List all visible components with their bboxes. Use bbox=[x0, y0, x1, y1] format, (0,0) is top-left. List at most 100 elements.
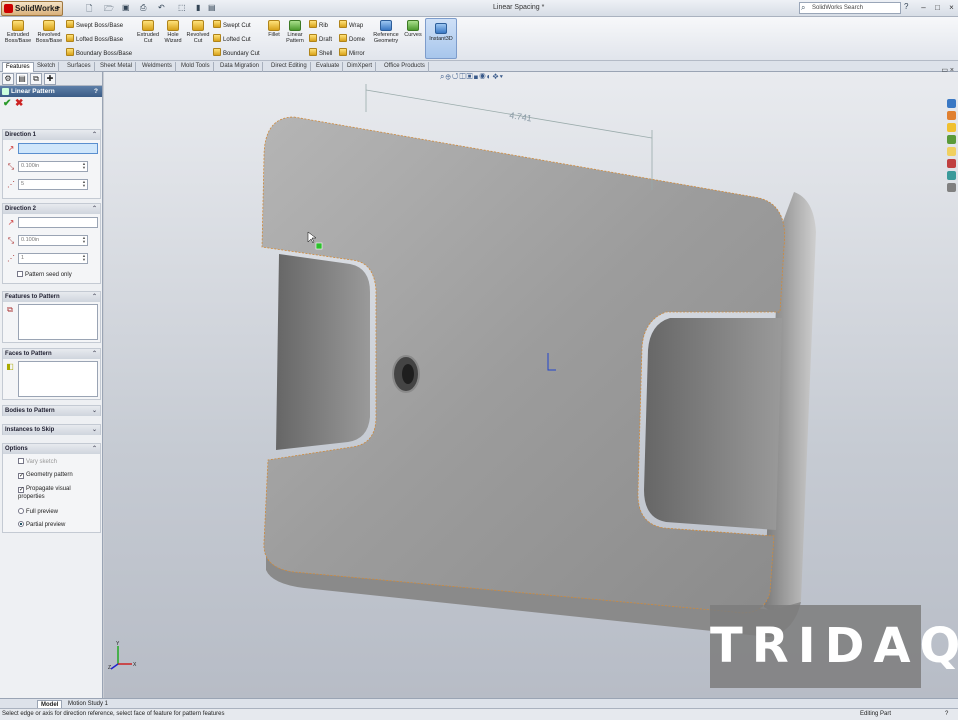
direction1-group: Direction 1 ⌃ ↗ ⤡ 0.100in ▲ ▼ ⋰ 5 ▲ ▼ bbox=[2, 129, 101, 199]
hole-wizard-button[interactable]: Hole Wizard bbox=[161, 20, 185, 44]
search-field[interactable]: ⌕ SolidWorks Search bbox=[799, 2, 901, 14]
pattern-handle-icon[interactable] bbox=[315, 242, 323, 250]
tab-dimxpert[interactable]: DimXpert bbox=[344, 62, 377, 72]
propagate-visual-label: Propagate visual properties bbox=[18, 486, 71, 500]
new-document-icon[interactable]: 🗋 bbox=[86, 3, 92, 17]
direction2-reference-field[interactable] bbox=[18, 217, 98, 228]
extruded-boss-button[interactable]: Extruded Boss/Base bbox=[3, 20, 33, 44]
direction2-spacing-field[interactable]: 0.100in ▲ ▼ bbox=[18, 235, 88, 246]
extruded-cut-button[interactable]: Extruded Cut bbox=[134, 20, 162, 44]
revolved-cut-button[interactable]: Revolved Cut bbox=[184, 20, 212, 44]
pattern-seed-only-checkbox[interactable]: Pattern seed only bbox=[17, 271, 72, 279]
boundary-cut-icon bbox=[213, 48, 221, 56]
file-explorer-icon[interactable] bbox=[947, 123, 956, 132]
faces-to-pattern-header[interactable]: Faces to Pattern ⌃ bbox=[3, 349, 100, 359]
close-view-icon[interactable]: × bbox=[950, 67, 954, 74]
tab-evaluate[interactable]: Evaluate bbox=[313, 62, 344, 72]
rebuild-icon[interactable]: ▮ bbox=[196, 3, 200, 12]
instances-to-skip-header[interactable]: Instances to Skip ⌄ bbox=[3, 425, 100, 435]
dome-button[interactable]: Dome bbox=[339, 34, 365, 44]
spinner-icon[interactable]: ▲ ▼ bbox=[82, 236, 86, 244]
custom-properties-icon[interactable] bbox=[947, 171, 956, 180]
tab-surfaces[interactable]: Surfaces bbox=[64, 62, 95, 72]
direction2-instances-field[interactable]: 1 ▲ ▼ bbox=[18, 253, 88, 264]
close-button[interactable]: × bbox=[945, 2, 958, 14]
instant3d-button[interactable]: Instant3D bbox=[425, 18, 457, 59]
print-icon[interactable]: ⎙ bbox=[140, 3, 146, 13]
mirror-button[interactable]: Mirror bbox=[339, 48, 365, 58]
direction1-reference-field[interactable] bbox=[18, 143, 98, 154]
options-icon[interactable]: ▤ bbox=[208, 3, 216, 12]
revolved-boss-label: Revolved Boss/Base bbox=[35, 32, 63, 44]
property-manager-tab-icon[interactable]: ▤ bbox=[16, 73, 28, 85]
dimension-value[interactable]: 4.741 bbox=[509, 110, 533, 123]
configuration-manager-tab-icon[interactable]: ⧉ bbox=[30, 73, 42, 85]
spinner-icon[interactable]: ▲ ▼ bbox=[82, 254, 86, 262]
rib-icon bbox=[309, 20, 317, 28]
design-library-icon[interactable] bbox=[947, 111, 956, 120]
reference-geometry-button[interactable]: Reference Geometry bbox=[370, 20, 402, 44]
search-results-icon[interactable] bbox=[947, 135, 956, 144]
feature-manager-tab-icon[interactable]: ⚙ bbox=[2, 73, 14, 85]
save-icon[interactable]: ▣ bbox=[122, 3, 130, 12]
tab-sketch[interactable]: Sketch bbox=[34, 62, 60, 72]
features-to-pattern-list[interactable] bbox=[18, 304, 98, 340]
direction1-header[interactable]: Direction 1 ⌃ bbox=[3, 130, 100, 140]
swept-cut-button[interactable]: Swept Cut bbox=[213, 20, 251, 30]
full-preview-radio[interactable]: Full preview bbox=[18, 508, 58, 516]
cancel-button[interactable]: ✖ bbox=[15, 98, 23, 109]
help-icon[interactable]: ? bbox=[945, 709, 948, 720]
fillet-button[interactable]: Fillet bbox=[264, 20, 284, 38]
faces-to-pattern-list[interactable] bbox=[18, 361, 98, 397]
partial-preview-radio[interactable]: Partial preview bbox=[18, 521, 65, 529]
dimxpert-manager-tab-icon[interactable]: ✚ bbox=[44, 73, 56, 85]
boundary-boss-button[interactable]: Boundary Boss/Base bbox=[66, 48, 132, 58]
spinner-icon[interactable]: ▲ ▼ bbox=[82, 162, 86, 170]
draft-button[interactable]: Draft bbox=[309, 34, 332, 44]
minimize-button[interactable]: – bbox=[917, 2, 930, 14]
ok-button[interactable]: ✔ bbox=[3, 98, 11, 109]
features-to-pattern-header[interactable]: Features to Pattern ⌃ bbox=[3, 292, 100, 302]
tab-mold-tools[interactable]: Mold Tools bbox=[178, 62, 214, 72]
direction1-instances-field[interactable]: 5 ▲ ▼ bbox=[18, 179, 88, 190]
solidworks-menu-button[interactable]: SolidWorks ▸ bbox=[1, 1, 63, 16]
linear-pattern-button[interactable]: Linear Pattern bbox=[284, 20, 306, 44]
reverse-direction-icon[interactable]: ↗ bbox=[6, 144, 16, 154]
direction2-header[interactable]: Direction 2 ⌃ bbox=[3, 204, 100, 214]
tab-direct-editing[interactable]: Direct Editing bbox=[268, 62, 311, 72]
maximize-button[interactable]: □ bbox=[931, 2, 944, 14]
vary-sketch-checkbox[interactable]: Vary sketch bbox=[18, 458, 57, 466]
forum-icon[interactable] bbox=[947, 183, 956, 192]
spinner-icon[interactable]: ▲ ▼ bbox=[82, 180, 86, 188]
view-palette-icon[interactable] bbox=[947, 147, 956, 156]
options-header[interactable]: Options ⌃ bbox=[3, 444, 100, 454]
bodies-to-pattern-header[interactable]: Bodies to Pattern ⌄ bbox=[3, 406, 100, 416]
reverse-direction-icon[interactable]: ↗ bbox=[6, 218, 16, 228]
boundary-cut-label: Boundary Cut bbox=[223, 51, 260, 57]
tab-office-products[interactable]: Office Products bbox=[381, 62, 429, 72]
rib-button[interactable]: Rib bbox=[309, 20, 328, 30]
curves-button[interactable]: Curves bbox=[402, 20, 424, 38]
wrap-button[interactable]: Wrap bbox=[339, 20, 363, 30]
appearances-icon[interactable] bbox=[947, 159, 956, 168]
help-icon[interactable]: ? bbox=[94, 86, 98, 97]
swept-boss-button[interactable]: Swept Boss/Base bbox=[66, 20, 123, 30]
tab-sheet-metal[interactable]: Sheet Metal bbox=[97, 62, 137, 72]
select-arrow-icon[interactable]: ⬚ bbox=[178, 3, 186, 12]
tab-features[interactable]: Features bbox=[2, 62, 34, 72]
help-icon[interactable]: ? bbox=[904, 2, 908, 11]
propagate-visual-checkbox[interactable]: ✓ Propagate visual properties bbox=[18, 485, 98, 501]
tab-data-migration[interactable]: Data Migration bbox=[217, 62, 264, 72]
restore-icon[interactable]: ▭ bbox=[941, 67, 948, 74]
undo-icon[interactable]: ↶ bbox=[158, 3, 165, 12]
shell-button[interactable]: Shell bbox=[309, 48, 332, 58]
tab-weldments[interactable]: Weldments bbox=[139, 62, 176, 72]
revolved-boss-button[interactable]: Revolved Boss/Base bbox=[34, 20, 64, 44]
geometry-pattern-checkbox[interactable]: ✓ Geometry pattern bbox=[18, 471, 73, 479]
lofted-cut-button[interactable]: Lofted Cut bbox=[213, 34, 251, 44]
open-folder-icon[interactable]: 🗁 bbox=[104, 3, 114, 17]
lofted-boss-button[interactable]: Lofted Boss/Base bbox=[66, 34, 123, 44]
boundary-cut-button[interactable]: Boundary Cut bbox=[213, 48, 260, 58]
resources-icon[interactable] bbox=[947, 99, 956, 108]
direction1-spacing-field[interactable]: 0.100in ▲ ▼ bbox=[18, 161, 88, 172]
